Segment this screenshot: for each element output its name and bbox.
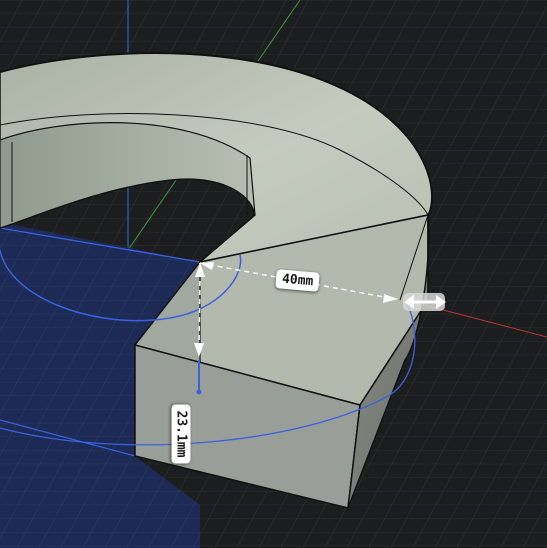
double-arrow-handle-icon[interactable]	[403, 293, 446, 311]
scene-canvas[interactable]	[0, 0, 547, 548]
3d-viewport[interactable]: 40mm 23.1mm	[0, 0, 547, 548]
radius-dimension-label[interactable]: 40mm	[275, 269, 321, 292]
height-dimension-label[interactable]: 23.1mm	[171, 404, 191, 464]
